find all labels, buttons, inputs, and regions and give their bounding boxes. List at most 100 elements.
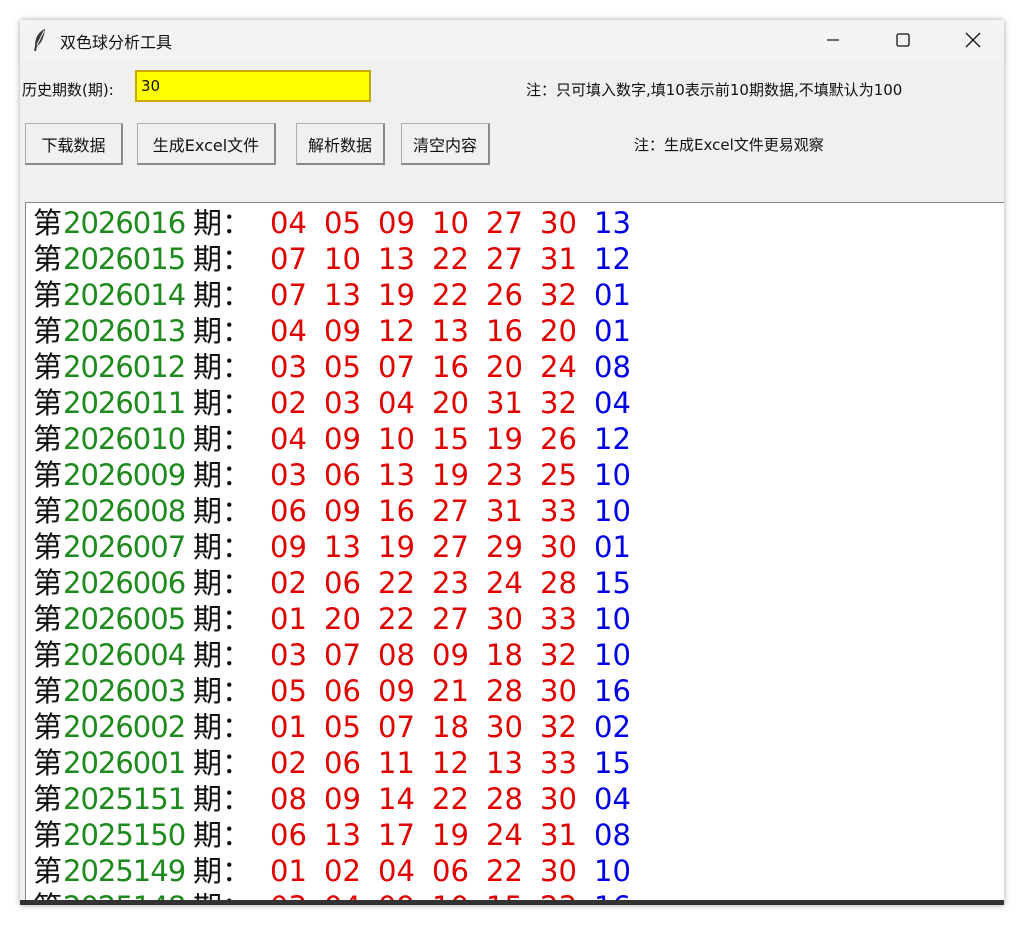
blue-ball-number: 04 [594, 782, 631, 816]
issue-suffix: 期： [193, 494, 252, 528]
red-ball-number: 03 [270, 638, 307, 672]
issue-prefix: 第 [33, 710, 63, 744]
red-ball-number: 09 [270, 530, 307, 564]
issue-number: 2026014 [63, 278, 186, 312]
red-ball-number: 24 [540, 350, 577, 384]
red-ball-number: 16 [378, 494, 415, 528]
red-ball-number: 13 [432, 314, 469, 348]
close-icon [965, 32, 981, 48]
issue-prefix: 第 [33, 638, 63, 672]
red-ball-number: 04 [270, 206, 307, 240]
red-ball-number: 19 [378, 278, 415, 312]
issue-prefix: 第 [33, 458, 63, 492]
title-bar[interactable]: 双色球分析工具 [20, 20, 1004, 60]
close-button[interactable] [950, 20, 996, 60]
issue-number: 2026001 [63, 746, 186, 780]
red-ball-number: 27 [432, 530, 469, 564]
issue-number: 2026013 [63, 314, 186, 348]
red-ball-number: 22 [432, 782, 469, 816]
issue-number: 2026003 [63, 674, 186, 708]
red-ball-number: 33 [540, 746, 577, 780]
clear-content-button[interactable]: 清空内容 [401, 123, 490, 165]
blue-ball-number: 15 [594, 566, 631, 600]
issue-suffix: 期： [193, 746, 252, 780]
red-ball-number: 15 [432, 422, 469, 456]
red-ball-number: 18 [486, 638, 523, 672]
issue-prefix: 第 [33, 746, 63, 780]
red-ball-number: 30 [540, 782, 577, 816]
red-ball-number: 08 [270, 782, 307, 816]
red-ball-number: 04 [378, 854, 415, 888]
red-ball-number: 30 [540, 206, 577, 240]
red-ball-number: 13 [324, 818, 361, 852]
red-ball-number: 20 [432, 386, 469, 420]
feather-icon [32, 28, 48, 52]
red-ball-number: 22 [378, 602, 415, 636]
minimize-icon [827, 39, 839, 41]
issue-prefix: 第 [33, 530, 63, 564]
red-ball-number: 01 [270, 854, 307, 888]
red-ball-number: 01 [270, 602, 307, 636]
red-ball-number: 27 [486, 242, 523, 276]
blue-ball-number: 01 [594, 314, 631, 348]
red-ball-number: 27 [432, 602, 469, 636]
issue-suffix: 期： [193, 854, 252, 888]
blue-ball-number: 01 [594, 530, 631, 564]
red-ball-number: 22 [486, 854, 523, 888]
red-ball-number: 19 [432, 458, 469, 492]
red-ball-number: 32 [540, 278, 577, 312]
red-ball-number: 20 [486, 350, 523, 384]
red-ball-number: 10 [432, 206, 469, 240]
excel-note: 注：生成Excel文件更易观察 [634, 136, 824, 154]
red-ball-number: 05 [270, 674, 307, 708]
red-ball-number: 21 [432, 674, 469, 708]
red-ball-number: 04 [378, 386, 415, 420]
download-data-button[interactable]: 下载数据 [25, 123, 123, 165]
blue-ball-number: 16 [594, 674, 631, 708]
red-ball-number: 05 [324, 206, 361, 240]
window-title: 双色球分析工具 [60, 33, 173, 52]
red-ball-number: 28 [486, 674, 523, 708]
red-ball-number: 19 [486, 422, 523, 456]
issue-prefix: 第 [33, 422, 63, 456]
issue-number: 2026016 [63, 206, 186, 240]
periods-label: 历史期数(期): [22, 81, 114, 99]
periods-input[interactable] [135, 70, 371, 102]
maximize-button[interactable] [880, 20, 926, 60]
issue-prefix: 第 [33, 566, 63, 600]
red-ball-number: 27 [486, 206, 523, 240]
red-ball-number: 30 [540, 674, 577, 708]
red-ball-number: 05 [324, 710, 361, 744]
results-textarea[interactable]: 第 2026016 期： 04 05 09 10 27 30 13 第 2026015 期： 07 10 13… [25, 202, 1004, 903]
red-ball-number: 13 [324, 278, 361, 312]
maximize-icon [896, 33, 910, 47]
red-ball-number: 31 [486, 494, 523, 528]
generate-excel-button[interactable]: 生成Excel文件 [137, 123, 276, 165]
red-ball-number: 07 [324, 638, 361, 672]
issue-number: 2026005 [63, 602, 186, 636]
red-ball-number: 06 [324, 746, 361, 780]
red-ball-number: 30 [540, 854, 577, 888]
issue-prefix: 第 [33, 782, 63, 816]
red-ball-number: 06 [324, 566, 361, 600]
issue-number: 2025149 [63, 854, 186, 888]
issue-suffix: 期： [193, 314, 252, 348]
red-ball-number: 03 [270, 350, 307, 384]
issue-suffix: 期： [193, 242, 252, 276]
red-ball-number: 01 [270, 710, 307, 744]
minimize-button[interactable] [810, 20, 856, 60]
red-ball-number: 06 [270, 818, 307, 852]
red-ball-number: 30 [540, 530, 577, 564]
red-ball-number: 06 [324, 458, 361, 492]
red-ball-number: 29 [486, 530, 523, 564]
parse-data-button[interactable]: 解析数据 [296, 123, 385, 165]
red-ball-number: 13 [378, 458, 415, 492]
issue-number: 2026008 [63, 494, 186, 528]
issue-number: 2026006 [63, 566, 186, 600]
red-ball-number: 20 [540, 314, 577, 348]
issue-suffix: 期： [193, 350, 252, 384]
blue-ball-number: 08 [594, 350, 631, 384]
red-ball-number: 03 [270, 458, 307, 492]
red-ball-number: 02 [324, 854, 361, 888]
red-ball-number: 31 [486, 386, 523, 420]
